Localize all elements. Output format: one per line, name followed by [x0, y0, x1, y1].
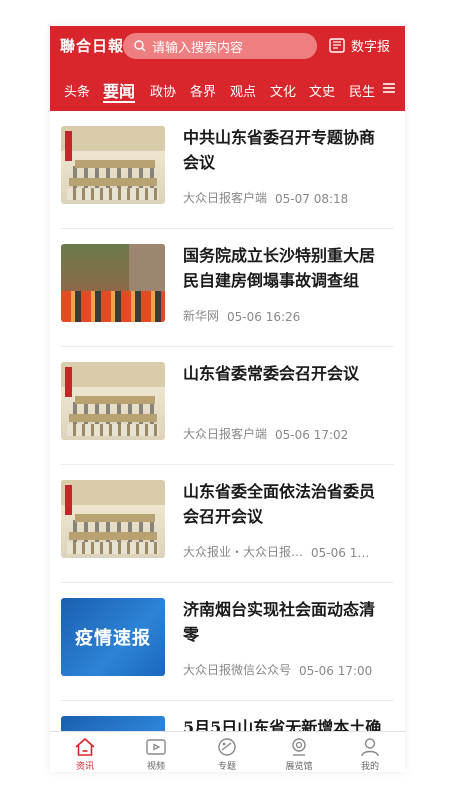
nav-profile[interactable]: 我的	[350, 737, 390, 772]
app-screen: 聯合日報 请输入搜索内容 数字报 头条 要闻 政协 各界 观点 文化 文史 民生…	[50, 26, 405, 772]
news-source: 大众日报客户端	[183, 427, 268, 441]
news-thumbnail	[61, 480, 165, 558]
news-item[interactable]: 疫情速报 济南烟台实现社会面动态清零 大众日报微信公众号 05-06 17:00	[61, 583, 394, 700]
news-source: 大众日报微信公众号	[183, 663, 292, 677]
news-source: 大众日报客户端	[183, 191, 268, 205]
menu-icon[interactable]	[383, 83, 395, 93]
home-icon	[75, 737, 95, 756]
news-title: 济南烟台实现社会面动态清零	[183, 600, 376, 644]
exhibition-icon	[292, 738, 306, 756]
news-time: 05-06 16:26	[227, 310, 301, 324]
news-meta: 大众日报微信公众号 05-06 17:00	[183, 661, 388, 678]
news-thumbnail	[61, 126, 165, 204]
app-logo: 聯合日報	[60, 37, 125, 55]
news-meta: 新华网 05-06 16:26	[183, 307, 388, 324]
news-item[interactable]: 国务院成立长沙特别重大居民自建房倒塌事故调查组 新华网 05-06 16:26	[61, 229, 394, 346]
tab-livelihood[interactable]: 民生	[349, 81, 375, 100]
thumbnail-banner-text: 疫情速报	[75, 628, 151, 649]
news-meta: 大众日报客户端 05-06 17:02	[183, 425, 388, 442]
tab-all-circles[interactable]: 各界	[190, 81, 216, 100]
nav-label: 资讯	[75, 762, 94, 772]
news-thumbnail	[61, 362, 165, 440]
news-item[interactable]: 中共山东省委召开专题协商会议 大众日报客户端 05-07 08:18	[61, 111, 394, 228]
tab-cppcc[interactable]: 政协	[150, 81, 176, 100]
tab-culture[interactable]: 文化	[270, 81, 296, 100]
nav-video[interactable]: 视频	[136, 737, 176, 772]
news-source: 新华网	[183, 309, 220, 323]
news-item[interactable]: 山东省委常委会召开会议 大众日报客户端 05-06 17:02	[61, 347, 394, 464]
nav-topic[interactable]: 专题	[207, 737, 247, 772]
topic-icon	[218, 738, 236, 756]
newspaper-icon	[329, 38, 345, 53]
news-time: 05-06 1…	[311, 546, 370, 560]
news-source: 大众报业・大众日报…	[183, 545, 304, 559]
profile-icon	[361, 738, 379, 757]
bottom-nav: 资讯 视频 专题 展览馆 我的	[50, 731, 405, 772]
news-title: 山东省委全面依法治省委员会召开会议	[183, 482, 376, 526]
news-meta: 大众报业・大众日报… 05-06 1…	[183, 543, 388, 560]
news-thumbnail: 疫情速报	[61, 598, 165, 676]
tab-opinion[interactable]: 观点	[230, 81, 256, 100]
news-time: 05-06 17:02	[275, 428, 349, 442]
news-list: 中共山东省委召开专题协商会议 大众日报客户端 05-07 08:18 国务院成立长…	[50, 111, 405, 772]
search-icon	[134, 40, 146, 52]
nav-news[interactable]: 资讯	[65, 737, 105, 772]
tab-history[interactable]: 文史	[309, 81, 335, 100]
category-tabs: 头条 要闻 政协 各界 观点 文化 文史 民生	[50, 70, 405, 108]
news-title: 国务院成立长沙特别重大居民自建房倒塌事故调查组	[183, 246, 376, 290]
digital-paper-label: 数字报	[351, 40, 391, 55]
search-placeholder: 请输入搜索内容	[152, 40, 244, 56]
nav-label: 展览馆	[285, 762, 313, 772]
news-thumbnail	[61, 244, 165, 322]
nav-exhibition[interactable]: 展览馆	[279, 737, 319, 772]
news-meta: 大众日报客户端 05-07 08:18	[183, 189, 388, 206]
news-time: 05-06 17:00	[299, 664, 373, 678]
nav-label: 视频	[146, 762, 165, 772]
news-title: 山东省委常委会召开会议	[183, 364, 360, 383]
news-time: 05-07 08:18	[275, 192, 349, 206]
video-icon	[146, 739, 166, 755]
news-item[interactable]: 山东省委全面依法治省委员会召开会议 大众报业・大众日报… 05-06 1…	[61, 465, 394, 582]
digital-paper-button[interactable]: 数字报	[329, 36, 390, 55]
news-title: 中共山东省委召开专题协商会议	[183, 128, 376, 172]
nav-label: 我的	[360, 762, 379, 772]
search-input[interactable]: 请输入搜索内容	[123, 33, 317, 59]
tab-important-news[interactable]: 要闻	[103, 78, 135, 102]
nav-label: 专题	[217, 762, 236, 772]
active-tab-indicator	[103, 101, 135, 103]
tab-headline[interactable]: 头条	[64, 81, 90, 100]
top-header: 聯合日報 请输入搜索内容 数字报 头条 要闻 政协 各界 观点 文化 文史 民生	[50, 26, 405, 111]
